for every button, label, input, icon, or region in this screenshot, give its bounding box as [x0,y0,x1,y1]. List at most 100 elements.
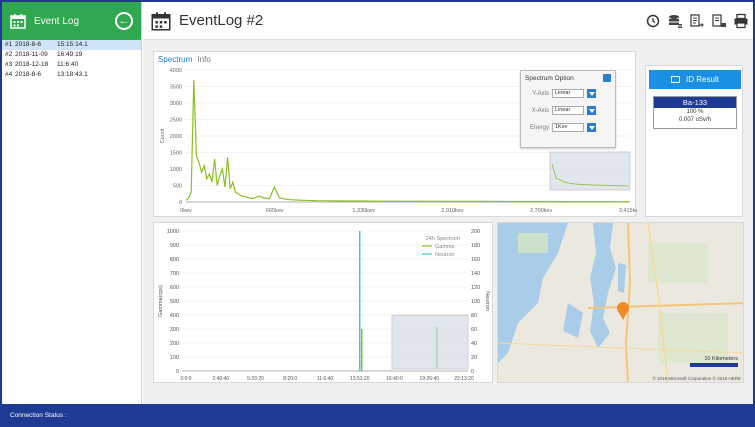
tab-info[interactable]: Info [197,55,210,64]
y2-tick-label: 160 [471,257,480,263]
location-map[interactable]: 10 Kilometers © 2019 Microsoft Corporati… [497,222,744,383]
y-axis-select[interactable]: Linear [552,89,584,98]
topbar: EventLog #2 [143,2,753,40]
y-tick-label: 1000 [167,229,179,235]
y-tick-label: 900 [170,243,179,249]
x-tick-label: 0kev [180,208,192,214]
collapse-button[interactable] [603,74,611,82]
x-tick-label: 665kev [266,208,284,214]
calendar-icon [151,11,171,30]
event-idx: #2 [5,51,13,58]
y-tick-label: 1000 [170,167,182,173]
gamma-neutron-panel: 1000 900 800 700 600 500 400 300 200 100 0 200 180 16… [153,222,493,383]
energy-select[interactable]: 1Kev [552,123,584,132]
x-tick-label: 13:53:20 [350,376,370,382]
main-content: EventLog #2 Spectrum Info 4000 3500 3000 2 [143,2,753,404]
list-item[interactable]: #3 2018-12-18 11:6:40 [2,60,141,70]
x-tick-label: 5:33:20 [247,376,264,382]
id-card-icon [671,76,681,83]
calendar-icon [10,14,26,29]
chevron-down-icon[interactable] [587,123,596,132]
x-axis-option: X-Axis Linear [521,102,615,119]
y-tick-label: 3000 [170,101,182,107]
status-bar: Connection Status : [0,404,755,427]
sidebar-title: Event Log [34,15,80,27]
list-item[interactable]: #2 2018-11-09 16:49:19 [2,50,141,60]
print-icon[interactable] [733,13,749,29]
y-tick-label: 1500 [170,151,182,157]
y-tick-label: 2500 [170,118,182,124]
chevron-down-icon[interactable] [587,89,596,98]
x-axis-select[interactable]: Linear [552,106,584,115]
y2-tick-label: 140 [471,271,480,277]
overview-box [549,151,631,191]
y-axis-option: Y-Axis Linear [521,85,615,102]
isotope-dose: 0.007 uSv/h [678,117,712,123]
y-tick-label: 0 [176,369,179,375]
list-item[interactable]: #4 2018-8-6 13:18:43.1 [2,70,141,80]
legend-title: 24h Spectrum [426,236,461,242]
y-tick-label: 300 [170,327,179,333]
y-tick-label: 500 [173,184,182,190]
y2-tick-label: 0 [471,369,474,375]
energy-option: Energy 1Kev [521,119,615,136]
y-tick-label: 2000 [170,134,182,140]
spectrum-option-popup: Spectrum Option Y-Axis Linear X-Axis Lin… [520,70,616,148]
id-result-button[interactable]: ID Result [649,70,741,89]
y2-tick-label: 80 [471,313,477,319]
list-item[interactable]: #1 2018-8-6 15:15:14.1 [2,40,141,50]
y-tick-label: 400 [170,313,179,319]
x-tick-label: 2,700kev [530,208,553,214]
y2-tick-label: 200 [471,229,480,235]
map-scale-label: 10 Kilometers [704,356,738,362]
spectrum-option-title: Spectrum Option [525,74,574,82]
x-tick-label: 11:6:40 [317,376,334,382]
id-result-panel: ID Result Ba-133 100 % 0.007 uSv/h [645,65,743,217]
event-idx: #1 [5,41,13,48]
chevron-down-icon[interactable] [587,106,596,115]
refresh-icon[interactable] [645,13,661,29]
map-attribution: © 2019 Microsoft Corporation © 2019 HERE [653,375,741,381]
y-tick-label: 500 [170,299,179,305]
y2-tick-label: 40 [471,341,477,347]
event-date: 2018-8-6 [15,71,42,78]
event-time: 16:49:19 [57,51,83,58]
y2-tick-label: 60 [471,327,477,333]
y-axis-label: Count [160,128,166,143]
event-time: 11:6:40 [57,61,79,68]
x-tick-label: 19:26:40 [420,376,440,382]
legend-label: Gamma [435,244,456,250]
y-tick-label: 200 [170,341,179,347]
y-tick-label: 600 [170,285,179,291]
y-tick-label: 3500 [170,85,182,91]
gamma-neutron-chart: 1000900800700600500400300200100020018016… [158,229,490,382]
event-time: 13:18:43.1 [57,71,88,78]
database-list-icon[interactable] [667,13,683,29]
x-tick-label: 8:20:0 [283,376,297,382]
back-arrow-icon[interactable]: ← [115,12,133,30]
overview-box [391,314,469,370]
x-tick-label: 3,415kev [619,208,637,214]
export-alt-icon[interactable] [711,13,727,29]
event-log-sidebar: Event Log ← #1 2018-8-6 15:15:14.1 #2 2018-1… [2,2,142,404]
spectrum-option-header: Spectrum Option [521,71,615,85]
y-tick-label: 100 [170,355,179,361]
event-date: 2018-11-09 [15,51,48,58]
event-date: 2018-8-6 [15,41,42,48]
x-tick-label: 16:40:0 [386,376,403,382]
isotope-name: Ba-133 [654,97,736,108]
sidebar-header: Event Log ← [2,2,141,40]
x-axis-label: X-Axis [531,107,549,114]
y-axis-label: Y-Axis [532,90,549,97]
y-tick-label: 800 [170,257,179,263]
y-tick-label: 0 [179,200,182,206]
isotope-confidence: 100 % [686,109,704,115]
x-tick-label: 1,330kev [352,208,375,214]
page-title: EventLog #2 [179,12,264,29]
event-date: 2018-12-18 [15,61,49,68]
tab-spectrum[interactable]: Spectrum [158,55,192,64]
event-idx: #4 [5,71,13,78]
export-icon[interactable] [689,13,705,29]
energy-label: Energy [529,124,549,131]
event-idx: #3 [5,61,13,68]
